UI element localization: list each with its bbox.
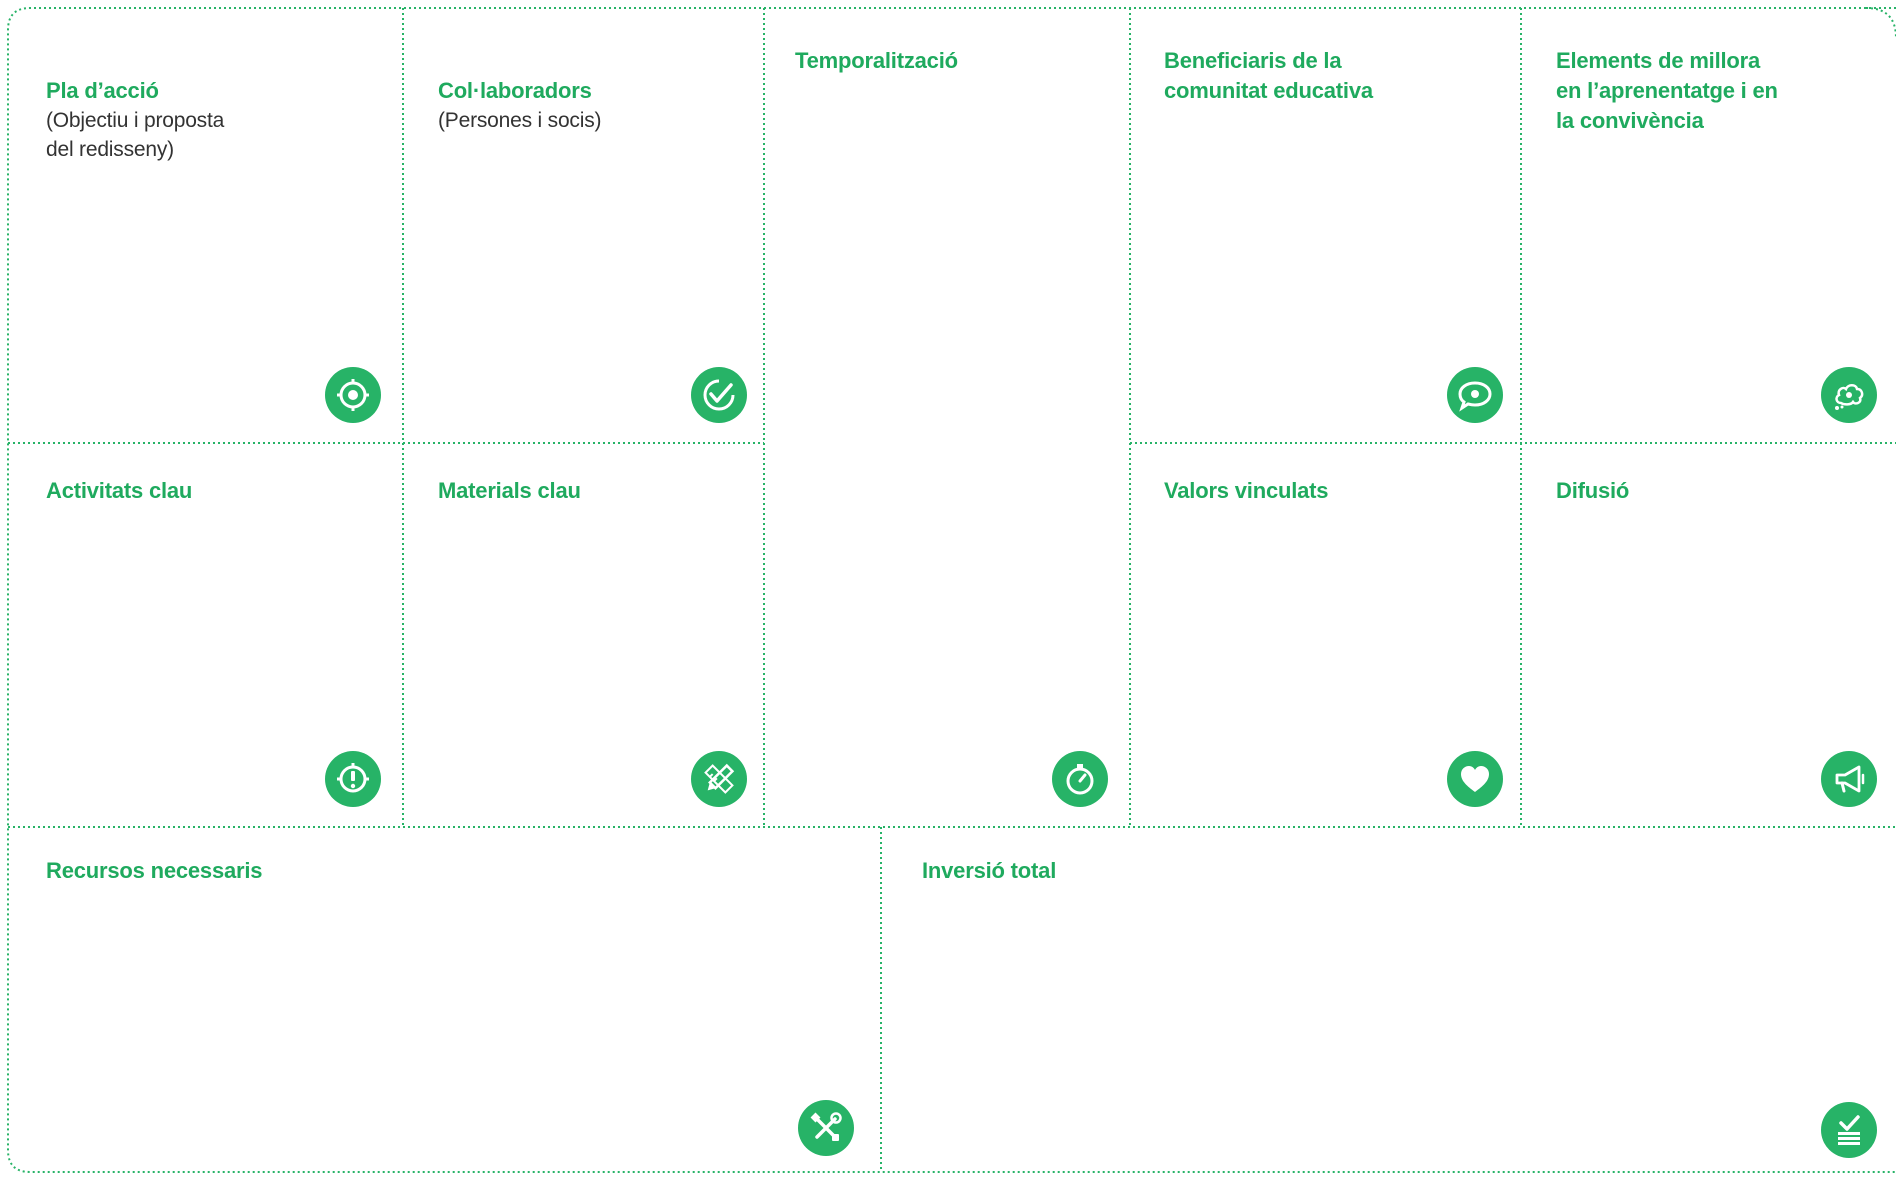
cell-title: Activitats clau xyxy=(46,478,193,503)
cell-title: Col·laboradors (Persones i socis) xyxy=(438,46,601,165)
thought-bubble-icon xyxy=(1821,367,1877,423)
cell-title: Recursos necessaris xyxy=(46,858,263,883)
megaphone-icon xyxy=(1821,751,1877,807)
cell-collaboradors: Col·laboradors (Persones i socis) xyxy=(405,10,762,441)
heart-icon xyxy=(1447,751,1503,807)
cell-title: Materials clau xyxy=(438,478,581,503)
target-icon xyxy=(325,367,381,423)
cell-valors-vinculats: Valors vinculats xyxy=(1132,445,1519,825)
cell-title: Elements de millora en l’aprenentatge i … xyxy=(1556,48,1778,133)
check-badge-icon xyxy=(691,367,747,423)
cell-elements-millora: Elements de millora en l’aprenentatge i … xyxy=(1523,10,1896,441)
cell-title: Beneficiaris de la comunitat educativa xyxy=(1164,48,1373,103)
cell-temporalitzacio: Temporalització xyxy=(766,10,1128,825)
cell-pla-accio: Pla d’acció (Objectiu i proposta del red… xyxy=(10,10,401,441)
cell-subtitle: (Persones i socis) xyxy=(438,109,602,132)
alert-target-icon xyxy=(325,751,381,807)
cell-beneficiaris: Beneficiaris de la comunitat educativa xyxy=(1132,10,1519,441)
checklist-icon xyxy=(1821,1102,1877,1158)
tools-icon xyxy=(798,1100,854,1156)
canvas-board: Pla d’acció (Objectiu i proposta del red… xyxy=(0,0,1896,1178)
speech-eye-icon xyxy=(1447,367,1503,423)
cell-title: Temporalització xyxy=(795,48,958,73)
cell-inversio-total: Inversió total xyxy=(883,829,1896,1170)
cell-activitats-clau: Activitats clau xyxy=(10,445,401,825)
cell-subtitle: (Objectiu i proposta del redisseny) xyxy=(46,109,225,161)
cell-materials-clau: Materials clau xyxy=(405,445,762,825)
cell-title: Inversió total xyxy=(922,858,1057,883)
cell-title: Pla d’acció (Objectiu i proposta del red… xyxy=(46,46,224,194)
cell-difusio: Difusió xyxy=(1523,445,1896,825)
cell-title: Difusió xyxy=(1556,478,1630,503)
cell-recursos-necessaris: Recursos necessaris xyxy=(10,829,879,1170)
cell-title: Valors vinculats xyxy=(1164,478,1329,503)
stopwatch-icon xyxy=(1052,751,1108,807)
pencil-ruler-icon xyxy=(691,751,747,807)
